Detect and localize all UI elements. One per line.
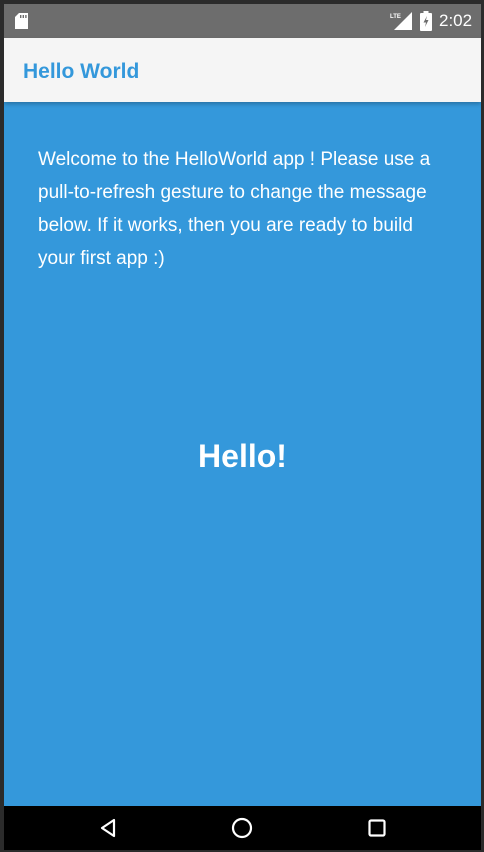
pull-to-refresh-area[interactable]: Welcome to the HelloWorld app ! Please u… (4, 102, 481, 806)
phone-screen: LTE 2:02 Hello World Welcome to the Hell… (4, 4, 481, 850)
app-title: Hello World (23, 60, 140, 83)
back-icon (100, 818, 116, 838)
network-label: LTE (390, 14, 401, 20)
status-bar: LTE 2:02 (4, 4, 481, 38)
home-icon (231, 817, 253, 839)
home-button[interactable] (212, 806, 272, 850)
battery-charging-icon (420, 11, 432, 31)
sd-card-icon (15, 13, 28, 29)
back-button[interactable] (78, 806, 138, 850)
recents-button[interactable] (347, 806, 407, 850)
app-bar: Hello World (4, 38, 481, 102)
recents-icon (368, 819, 386, 837)
status-time: 2:02 (439, 11, 473, 30)
greeting-message: Hello! (198, 438, 287, 474)
navigation-bar (4, 806, 481, 850)
lte-signal-icon: LTE (390, 12, 412, 30)
welcome-message: Welcome to the HelloWorld app ! Please u… (38, 149, 431, 269)
